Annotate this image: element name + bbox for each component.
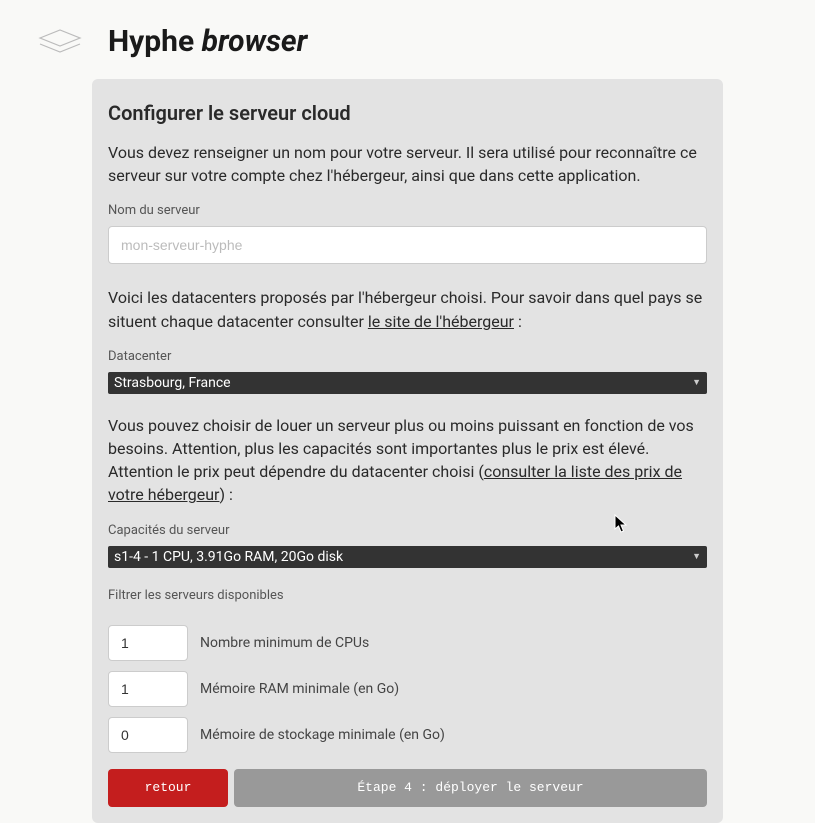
filter-ram-label: Mémoire RAM minimale (en Go) (200, 681, 399, 697)
filter-row-disk: Mémoire de stockage minimale (en Go) (108, 717, 707, 753)
filter-disk-input[interactable] (108, 717, 188, 753)
filter-cpu-input[interactable] (108, 625, 188, 661)
config-panel: Configurer le serveur cloud Vous devez r… (92, 79, 723, 823)
datacenter-intro-text: Voici les datacenters proposés par l'héb… (108, 286, 707, 332)
provider-site-link[interactable]: le site de l'hébergeur (368, 312, 514, 331)
filter-row-ram: Mémoire RAM minimale (en Go) (108, 671, 707, 707)
intro-text: Vous devez renseigner un nom pour votre … (108, 141, 707, 187)
next-button[interactable]: Étape 4 : déployer le serveur (234, 769, 707, 807)
server-name-label: Nom du serveur (108, 203, 707, 218)
filter-section-label: Filtrer les serveurs disponibles (108, 588, 707, 603)
filter-cpu-label: Nombre minimum de CPUs (200, 635, 369, 651)
filter-ram-input[interactable] (108, 671, 188, 707)
capacity-select[interactable]: s1-4 - 1 CPU, 3.91Go RAM, 20Go disk (108, 546, 707, 568)
capacity-intro-text: Vous pouvez choisir de louer un serveur … (108, 414, 707, 507)
logo-icon (36, 28, 84, 56)
server-name-input[interactable] (108, 226, 707, 264)
app-title: Hyphe browser (108, 24, 307, 59)
datacenter-label: Datacenter (108, 349, 707, 364)
filter-row-cpu: Nombre minimum de CPUs (108, 625, 707, 661)
panel-title: Configurer le serveur cloud (108, 101, 707, 125)
capacity-label: Capacités du serveur (108, 523, 707, 538)
button-row: retour Étape 4 : déployer le serveur (108, 769, 707, 807)
datacenter-select[interactable]: Strasbourg, France (108, 372, 707, 394)
back-button[interactable]: retour (108, 769, 228, 807)
filter-disk-label: Mémoire de stockage minimale (en Go) (200, 727, 445, 743)
app-header: Hyphe browser (0, 0, 815, 79)
